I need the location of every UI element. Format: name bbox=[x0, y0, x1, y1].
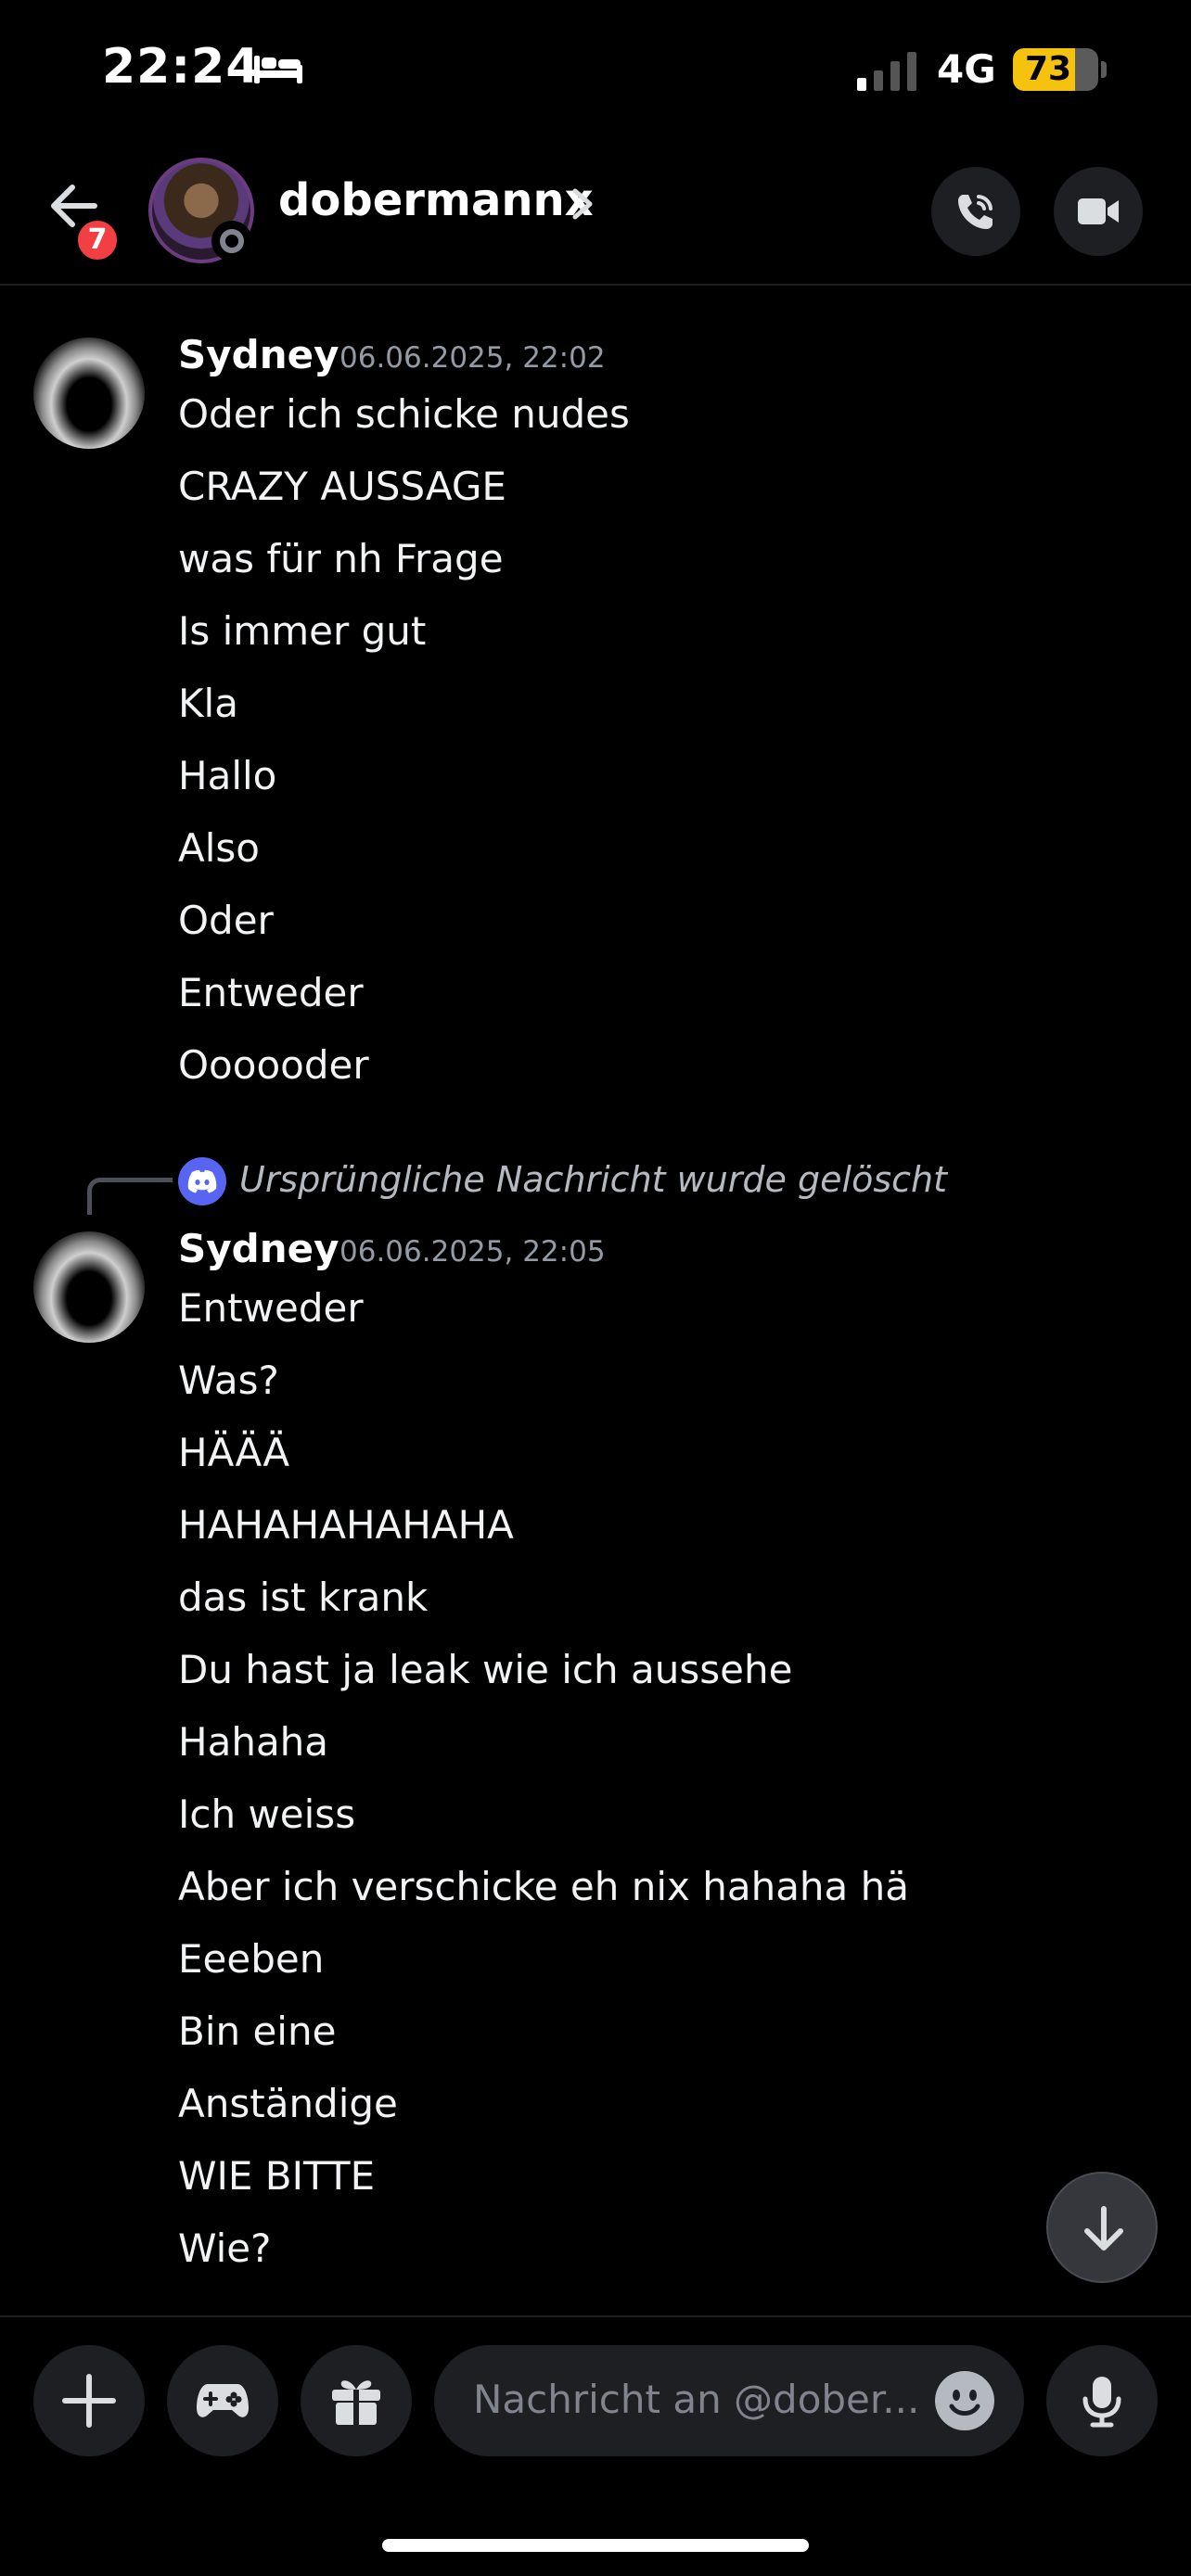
status-bar: 22:24 4G 73 bbox=[0, 0, 1191, 139]
bed-icon bbox=[254, 56, 302, 83]
signal-bars-icon bbox=[857, 52, 916, 91]
gift-button[interactable] bbox=[301, 2345, 412, 2456]
dm-header: 7 dobermannx bbox=[0, 139, 1191, 286]
battery-tip bbox=[1101, 61, 1107, 78]
home-indicator[interactable] bbox=[382, 2539, 809, 2552]
chevron-right-icon[interactable] bbox=[568, 185, 597, 223]
message-input-placeholder: Nachricht an @dober... bbox=[473, 2377, 920, 2422]
message-line[interactable]: Wie? bbox=[178, 2225, 271, 2271]
video-camera-icon bbox=[1078, 198, 1119, 224]
activities-button[interactable] bbox=[167, 2345, 278, 2456]
message-line[interactable]: Anständige bbox=[178, 2081, 398, 2126]
message-line[interactable]: WIE BITTE bbox=[178, 2153, 375, 2199]
message-timestamp: 06.06.2025, 22:05 bbox=[339, 1235, 606, 1269]
message-line[interactable]: Hahaha bbox=[178, 1719, 328, 1765]
message-line[interactable]: Is immer gut bbox=[178, 608, 426, 654]
network-type: 4G bbox=[937, 46, 996, 92]
message-author[interactable]: Sydney bbox=[178, 332, 339, 377]
microphone-icon bbox=[1082, 2377, 1121, 2428]
battery-indicator: 73 bbox=[1013, 48, 1098, 91]
unread-badge: 7 bbox=[74, 217, 121, 263]
avatar[interactable] bbox=[33, 1231, 145, 1343]
message-input[interactable]: Nachricht an @dober... bbox=[434, 2345, 1024, 2456]
message-line[interactable]: CRAZY AUSSAGE bbox=[178, 464, 506, 509]
message-line[interactable]: Hallo bbox=[178, 753, 276, 798]
message-line[interactable]: Du hast ja leak wie ich aussehe bbox=[178, 1647, 792, 1692]
deleted-reply-notice[interactable]: Ursprüngliche Nachricht wurde gelöscht bbox=[239, 1159, 947, 1200]
message-line[interactable]: Entweder bbox=[178, 970, 364, 1015]
jump-to-bottom-button[interactable] bbox=[1046, 2172, 1158, 2283]
message-line[interactable]: HAHAHAHAHAHA bbox=[178, 1502, 514, 1548]
smiley-icon bbox=[949, 2390, 980, 2416]
message-line[interactable]: Oder ich schicke nudes bbox=[178, 391, 630, 437]
message-line[interactable]: Entweder bbox=[178, 1285, 364, 1331]
message-line[interactable]: was für nh Frage bbox=[178, 536, 504, 581]
status-time: 22:24 bbox=[102, 39, 261, 95]
message-line[interactable]: Oder bbox=[178, 898, 274, 943]
message-author[interactable]: Sydney bbox=[178, 1226, 339, 1271]
voice-call-button[interactable] bbox=[931, 167, 1020, 256]
reply-connector bbox=[87, 1178, 173, 1215]
avatar[interactable] bbox=[33, 338, 145, 449]
offline-status-icon bbox=[211, 221, 252, 261]
message-line[interactable]: Bin eine bbox=[178, 2009, 336, 2054]
attach-button[interactable] bbox=[33, 2345, 145, 2456]
message-list[interactable]: Sydney 06.06.2025, 22:02 Oder ich schick… bbox=[0, 287, 1191, 2314]
phone-icon bbox=[958, 195, 992, 229]
message-line[interactable]: Also bbox=[178, 825, 260, 871]
message-line[interactable]: HÄÄÄ bbox=[178, 1430, 289, 1475]
message-composer: Nachricht an @dober... bbox=[0, 2315, 1191, 2464]
discord-logo-icon bbox=[178, 1157, 226, 1205]
message-line[interactable]: Eeeben bbox=[178, 1936, 324, 1982]
voice-message-button[interactable] bbox=[1046, 2345, 1158, 2456]
gamepad-icon bbox=[197, 2384, 249, 2417]
gift-icon bbox=[332, 2380, 380, 2425]
video-call-button[interactable] bbox=[1054, 167, 1143, 256]
message-line[interactable]: Oooooder bbox=[178, 1042, 369, 1088]
message-line[interactable]: Was? bbox=[178, 1358, 279, 1403]
arrow-down-icon bbox=[1084, 2206, 1123, 2251]
plus-icon bbox=[62, 2374, 116, 2428]
message-line[interactable]: das ist krank bbox=[178, 1575, 428, 1620]
emoji-button[interactable] bbox=[935, 2371, 994, 2430]
dm-name[interactable]: dobermannx bbox=[278, 174, 594, 226]
message-line[interactable]: Aber ich verschicke eh nix hahaha hä bbox=[178, 1864, 909, 1909]
battery-percent: 73 bbox=[1024, 50, 1072, 88]
message-timestamp: 06.06.2025, 22:02 bbox=[339, 341, 606, 375]
message-line[interactable]: Kla bbox=[178, 681, 238, 726]
message-line[interactable]: Ich weiss bbox=[178, 1792, 355, 1837]
